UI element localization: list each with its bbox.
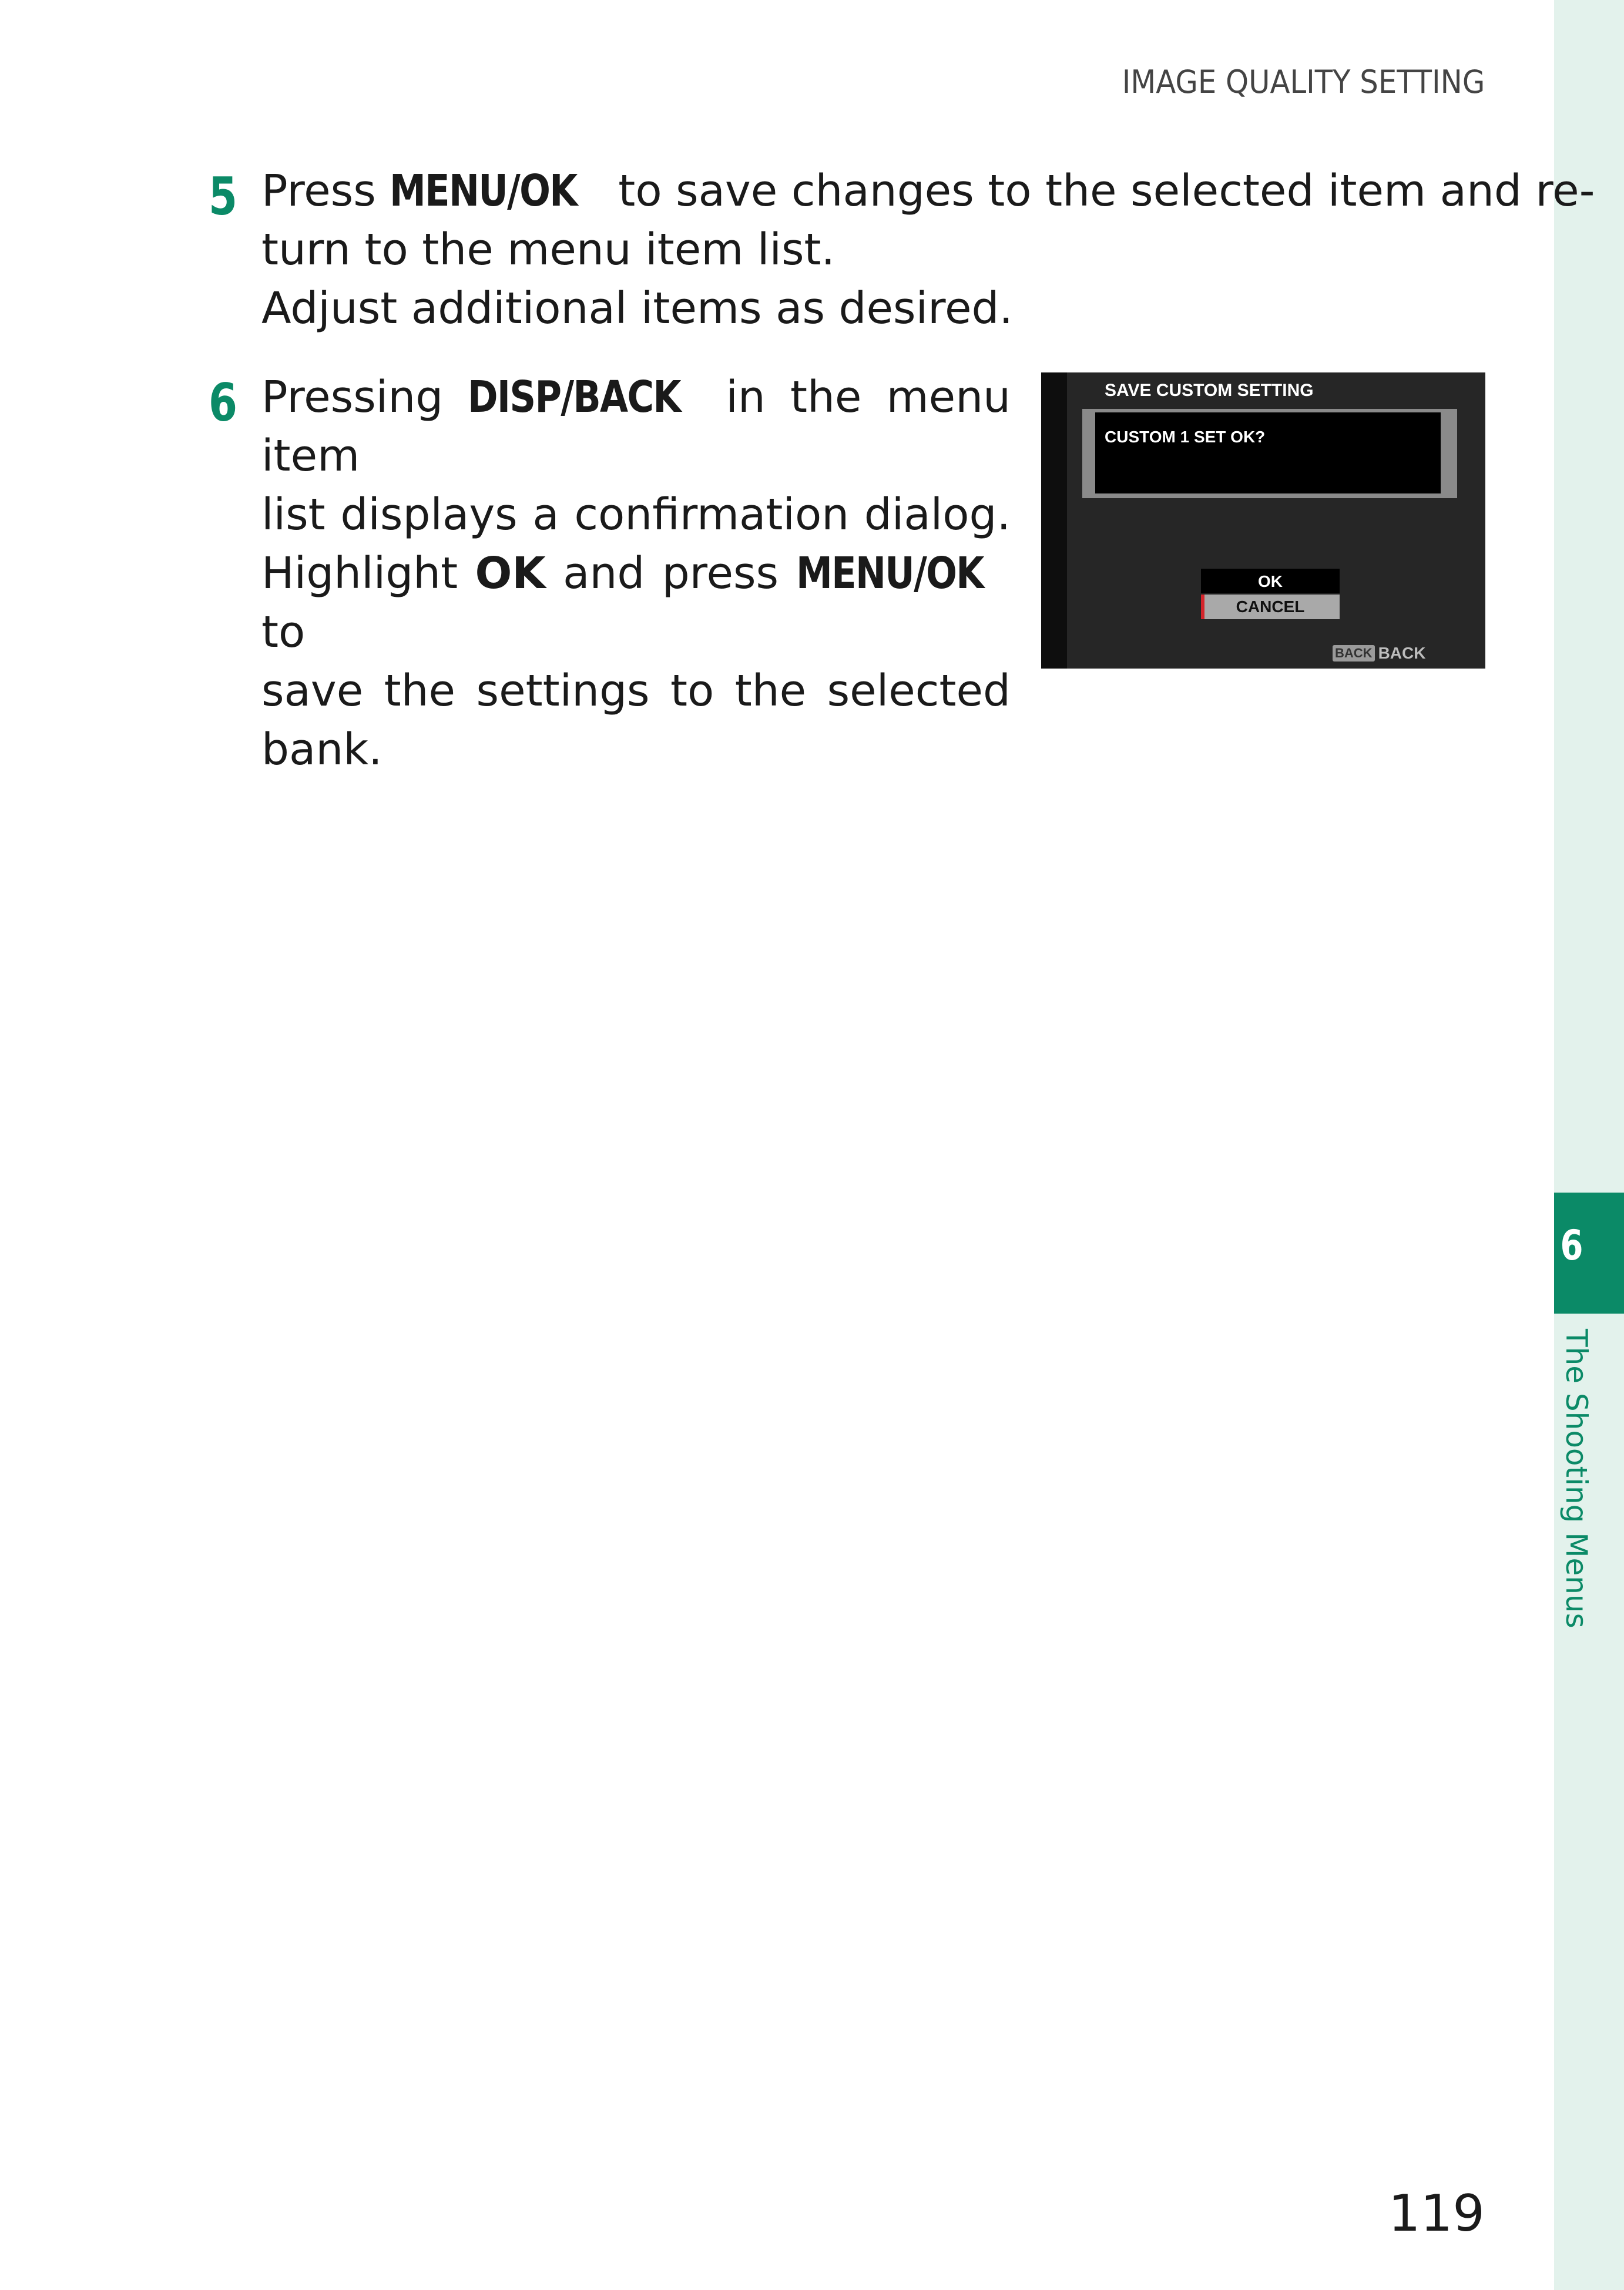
step-5-text-b: to save changes to the selected item and… xyxy=(604,166,1595,216)
step-5-line-2: turn to the menu item list. xyxy=(261,224,836,275)
step-5-number: 5 xyxy=(209,166,237,227)
step-6-text: Pressing DISP/BACK in the menu item list… xyxy=(261,368,1011,779)
step-6-line-1: Pressing DISP/BACK in the menu item xyxy=(261,368,1011,485)
back-hint[interactable]: BACK BACK xyxy=(1333,644,1425,663)
cancel-option[interactable]: CANCEL xyxy=(1201,595,1340,619)
ok-option[interactable]: OK xyxy=(1201,569,1340,593)
step-6-line-4: save the settings to the selected xyxy=(261,666,1011,716)
chapter-sidebar xyxy=(1554,0,1624,2290)
step-5-text-a: Press xyxy=(261,166,390,216)
step-6-line-5: bank. xyxy=(261,724,382,775)
step-6-text-e: to xyxy=(261,607,306,657)
menu-ok-key: MENU/OK xyxy=(390,166,578,216)
disp-back-key: DISP/BACK xyxy=(468,372,682,422)
step-5-line-3: Adjust additional items as desired. xyxy=(261,283,1013,334)
section-header: IMAGE QUALITY SETTING xyxy=(1122,63,1485,100)
ok-word: OK xyxy=(475,548,546,599)
step-5-text: Press MENU/OK to save changes to the sel… xyxy=(261,162,1595,338)
chapter-number: 6 xyxy=(1560,1221,1583,1270)
camera-screen: SAVE CUSTOM SETTING CUSTOM 1 SET OK? OK … xyxy=(1041,372,1485,669)
step-6-text-a: Pressing xyxy=(261,372,468,422)
step-5-line-1: Press MENU/OK to save changes to the sel… xyxy=(261,162,1595,220)
back-button-icon: BACK xyxy=(1333,645,1375,662)
step-6-line-3: Highlight OK and press MENU/OK to xyxy=(261,544,1011,662)
back-label: BACK xyxy=(1378,644,1426,662)
screen-left-bar xyxy=(1041,372,1067,669)
step-6-text-c: Highlight xyxy=(261,548,475,599)
confirmation-message: CUSTOM 1 SET OK? xyxy=(1105,428,1266,446)
screen-title: SAVE CUSTOM SETTING xyxy=(1105,381,1314,400)
message-box xyxy=(1095,412,1441,493)
selection-marker xyxy=(1201,595,1204,619)
step-6-number: 6 xyxy=(209,372,237,433)
page-number: 119 xyxy=(1388,2184,1485,2243)
step-6-text-d: and press xyxy=(545,548,796,599)
step-6-line-2: list displays a confirmation dialog. xyxy=(261,489,1011,540)
chapter-title: The Shooting Menus xyxy=(1559,1329,1593,1628)
menu-ok-key-2: MENU/OK xyxy=(796,548,984,599)
